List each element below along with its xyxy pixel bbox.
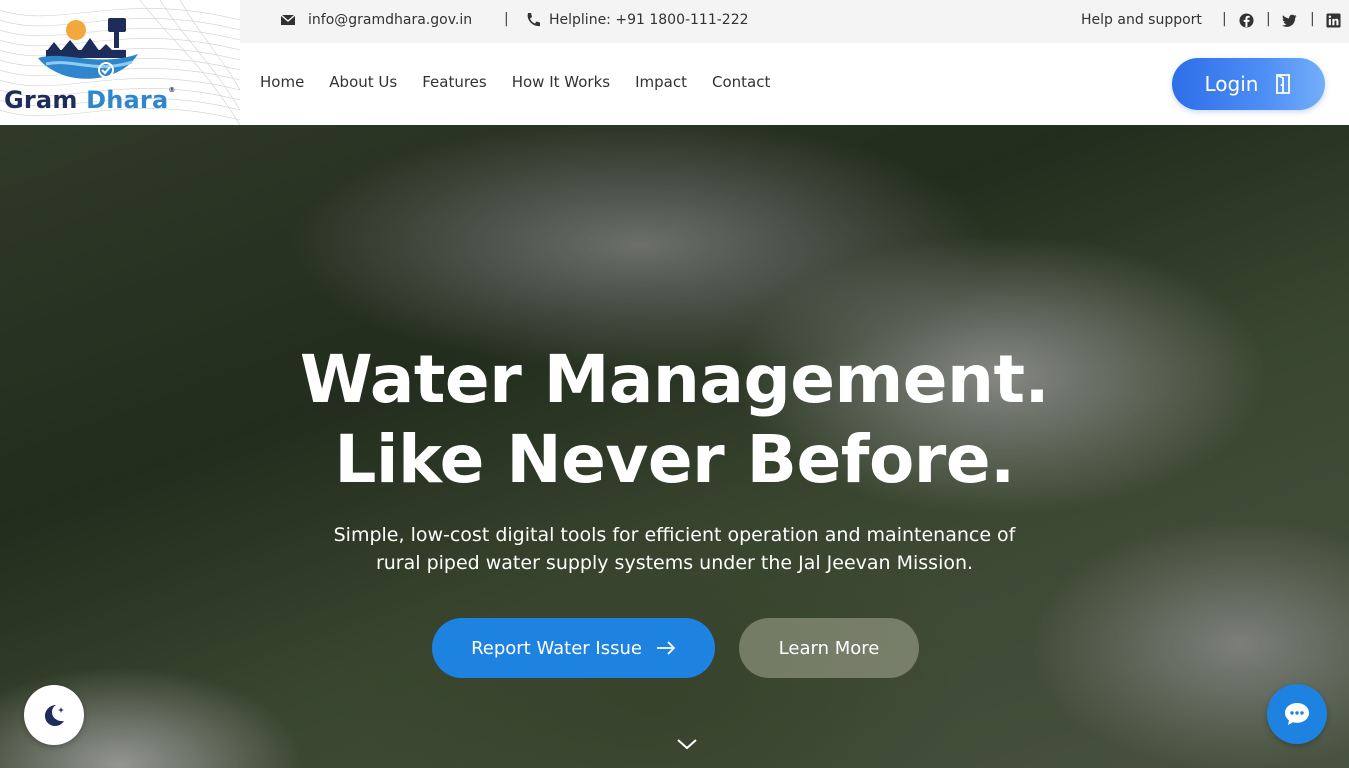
- help-support-text: Help and support: [1081, 12, 1202, 28]
- chevron-down-icon[interactable]: [676, 737, 698, 751]
- facebook-icon[interactable]: [1239, 13, 1254, 28]
- learn-more-button[interactable]: Learn More: [739, 618, 919, 678]
- chat-button[interactable]: [1267, 684, 1327, 744]
- separator: |: [1222, 11, 1227, 27]
- logo-village-water-icon: [38, 18, 138, 79]
- main-navbar: Home About Us Features How It Works Impa…: [240, 43, 1349, 125]
- brand-name-part1: Gram: [4, 86, 78, 114]
- door-icon: [1276, 74, 1291, 94]
- hero-subtitle-line2: rural piped water supply systems under t…: [375, 552, 974, 574]
- separator: |: [504, 11, 509, 27]
- hero-section: Water Management. Like Never Before. Sim…: [0, 125, 1349, 768]
- arrow-right-icon: [656, 641, 676, 655]
- email-text: info@gramdhara.gov.in: [308, 12, 473, 28]
- report-water-issue-button[interactable]: Report Water Issue: [432, 618, 715, 678]
- help-support-link[interactable]: Help and support: [1081, 12, 1202, 28]
- hero-title-line2: Like Never Before.: [334, 421, 1015, 498]
- learn-more-label: Learn More: [778, 637, 880, 659]
- primary-nav: Home About Us Features How It Works Impa…: [260, 73, 795, 91]
- nav-impact[interactable]: Impact: [635, 73, 687, 91]
- report-button-label: Report Water Issue: [471, 637, 642, 659]
- nav-contact[interactable]: Contact: [712, 73, 770, 91]
- top-contact-bar: info@gramdhara.gov.in | Helpline: +91 18…: [240, 0, 1349, 43]
- separator: |: [1310, 11, 1315, 27]
- nav-how-it-works[interactable]: How It Works: [512, 73, 610, 91]
- nav-home[interactable]: Home: [260, 73, 304, 91]
- brand-name-part2: Dhara: [86, 86, 169, 114]
- separator: |: [1266, 11, 1271, 27]
- chat-icon: [1285, 703, 1309, 725]
- twitter-icon[interactable]: [1282, 13, 1297, 28]
- login-button[interactable]: Login: [1172, 58, 1325, 110]
- moon-icon: [45, 705, 64, 726]
- theme-toggle-button[interactable]: [24, 685, 84, 745]
- nav-features[interactable]: Features: [422, 73, 487, 91]
- helpline-link[interactable]: Helpline: +91 1800-111-222: [525, 12, 749, 28]
- mail-icon: [280, 14, 296, 25]
- helpline-text: Helpline: +91 1800-111-222: [549, 12, 749, 28]
- hero-subtitle-line1: Simple, low-cost digital tools for effic…: [333, 524, 1016, 546]
- linkedin-icon[interactable]: [1326, 13, 1341, 28]
- brand-wordmark: Gram Dhara®: [4, 86, 176, 114]
- login-label: Login: [1204, 72, 1259, 96]
- phone-icon: [527, 13, 540, 27]
- hero-title-line1: Water Management.: [299, 341, 1050, 418]
- nav-about-us[interactable]: About Us: [329, 73, 397, 91]
- brand-registered-mark: ®: [168, 86, 176, 94]
- email-link[interactable]: info@gramdhara.gov.in: [280, 12, 472, 28]
- brand-logo[interactable]: Gram Dhara®: [0, 0, 240, 125]
